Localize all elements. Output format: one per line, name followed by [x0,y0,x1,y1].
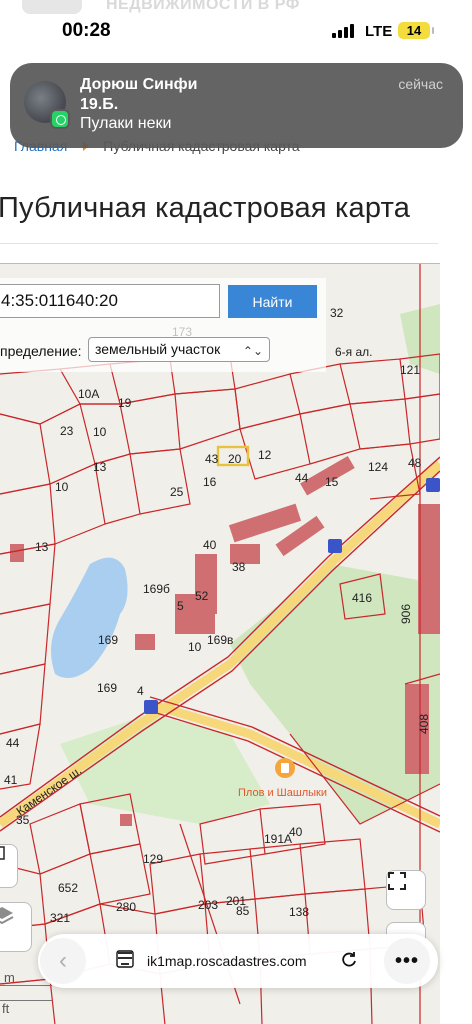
parcel-number-label: 10 [55,480,69,494]
lake [51,557,128,678]
battery-icon: 14 [398,22,434,39]
parcel-number-label: 40 [289,825,303,839]
parcel-number-label: 19 [118,396,132,410]
signal-icon [332,24,354,38]
parcel-number-label: 44 [6,736,20,750]
site-logo [22,0,82,14]
parcel-number-label: 121 [400,363,420,377]
parcel-number-label: 6-я ал. [335,345,373,359]
parcel-number-label: 38 [232,560,246,574]
network-type: LTE [365,23,393,40]
parcel-number-label: 44 [295,471,309,485]
parcel-number-label: 32 [330,306,344,320]
parcel-number-label: 4 [137,684,144,698]
status-time: 00:28 [62,20,111,41]
bus-stop-icon[interactable] [328,539,342,553]
back-button[interactable]: ‹ [40,938,86,984]
object-type-select[interactable]: земельный участок ⌃⌄ [88,337,270,362]
find-button[interactable]: Найти [228,285,317,318]
parcel-number-label: 138 [289,905,309,919]
parcel-number-label: 23 [60,424,74,438]
parcel-number-label: 12 [258,448,272,462]
parcel-number-label: 191А [264,832,292,846]
object-type-value: земельный участок [95,341,221,357]
ellipsis-icon: ••• [394,949,419,972]
parcel-number-label: 43 [205,452,219,466]
parcel-number-label: Плов и Шашлыки [238,787,327,799]
more-button[interactable]: ••• [384,938,430,984]
parcel-number-label: 169б [143,582,170,596]
parcel-number-label: 652 [58,881,78,895]
parcel-number-label: 13 [93,460,107,474]
parcel-number-label: 13 [35,540,49,554]
parcel-number-label: 20 [228,452,242,466]
parcel-number-label: 41 [4,773,18,787]
parcel-number-label: 280 [116,900,136,914]
cadastral-map[interactable]: 173326-я ал.12110А1923102012434413151648… [0,263,440,1024]
notification-banner[interactable]: Дорюш Синфи 19.Б. Пулаки неки сейчас [10,63,463,148]
notification-time: сейчас [398,76,443,92]
parcel-number-label: 321 [50,911,70,925]
page-title: Публичная кадастровая карта [0,192,411,224]
notification-message: Пулаки неки [80,115,172,132]
url-text[interactable]: ik1map.roscadastres.com [147,953,307,969]
parcel-number-label: 48 [408,456,422,470]
parcel-number-label: 416 [352,591,372,605]
parcel-number-label: 16 [203,475,217,489]
chevron-left-icon: ‹ [59,947,67,974]
restaurant-icon-glyph [281,763,289,773]
divider [0,243,438,244]
print-button[interactable] [0,844,18,888]
page-menu-icon[interactable] [116,950,134,968]
parcel-number-label: 15 [325,475,339,489]
parcel-number-label: 408 [417,714,431,734]
layers-icon [0,907,14,925]
site-banner-text: НЕДВИЖИМОСТИ В РФ [106,0,300,13]
scale-imperial: ft [0,1000,52,1016]
parcel-number-label: 40 [203,538,217,552]
parcel-number-label: Каменское ш. [14,763,84,818]
parcel-number-label: 5 [177,599,184,613]
parcel-number-label: 25 [170,485,184,499]
site-banner: НЕДВИЖИМОСТИ В РФ [0,0,472,18]
map-canvas[interactable]: 173326-я ал.12110А1923102012434413151648… [0,264,440,1024]
reload-icon[interactable] [339,950,359,970]
parcel-number-label: 52 [195,589,209,603]
chevron-updown-icon: ⌃⌄ [242,344,263,358]
whatsapp-icon [50,109,70,129]
parcel-number-label: 124 [368,460,388,474]
definition-label: пределение: [0,343,82,359]
parcel-number-label: 85 [236,904,250,918]
bus-stop-icon[interactable] [426,478,440,492]
parcel-number-label: 169 [97,681,117,695]
status-bar: НЕДВИЖИМОСТИ В РФ 00:28 LTE 14 [0,0,472,50]
fullscreen-icon [388,872,406,890]
parcel-number-label: 906 [399,604,413,624]
notification-sender: Дорюш Синфи 19.Б. [80,76,198,113]
parcel-number-label: 129 [143,852,163,866]
parcel-number-label: 203 [198,898,218,912]
printer-icon [0,846,5,860]
layers-button[interactable] [0,902,32,952]
parcel-number-label: 169 [98,633,118,647]
parcel-number-label: 10 [93,425,107,439]
parcel-number-label: 169в [207,633,233,647]
cadastral-number-input[interactable] [0,284,220,318]
fullscreen-button[interactable] [386,870,426,910]
bus-stop-icon[interactable] [144,700,158,714]
parcel-number-label: 10А [78,387,99,401]
parcel-number-label: 10 [188,640,202,654]
